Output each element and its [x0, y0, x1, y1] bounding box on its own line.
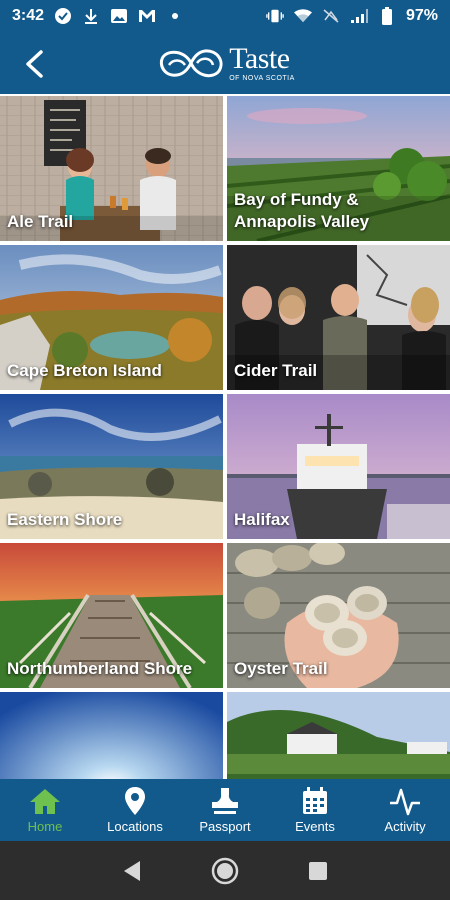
tile-label: Cape Breton Island	[7, 361, 162, 380]
nav-events[interactable]: Events	[270, 779, 360, 841]
status-bar: 3:42 97%	[0, 0, 450, 32]
system-home-button[interactable]	[205, 851, 245, 891]
square-recents-icon	[309, 861, 328, 880]
vpn-check-icon	[54, 7, 72, 25]
tile-label: Cider Trail	[234, 361, 318, 380]
taste-of-nova-scotia-logo: Taste OF NOVA SCOTIA	[155, 43, 295, 83]
back-button[interactable]	[14, 44, 54, 84]
tile-label: Eastern Shore	[7, 510, 123, 529]
gmail-icon	[138, 7, 156, 25]
nav-locations[interactable]: Locations	[90, 779, 180, 841]
region-grid: Ale Trail Bay of Fundy & Annapolis Valle…	[0, 96, 450, 779]
dot-icon	[166, 7, 184, 25]
activity-icon	[388, 786, 422, 816]
tile-label: Northumberland Shore	[7, 659, 193, 678]
tile-cape-breton-island[interactable]: Cape Breton Island	[0, 245, 223, 390]
logo-subtitle: OF NOVA SCOTIA	[229, 75, 295, 82]
status-time: 3:42	[12, 7, 45, 24]
home-icon	[28, 786, 62, 816]
battery-icon	[378, 7, 396, 25]
nav-home[interactable]: Home	[0, 779, 90, 841]
app-header: Taste OF NOVA SCOTIA	[0, 32, 450, 94]
system-back-button[interactable]	[112, 851, 152, 891]
tile-label: Ale Trail	[7, 212, 74, 231]
nav-activity[interactable]: Activity	[360, 779, 450, 841]
battery-percent: 97%	[405, 7, 438, 24]
tile-halifax[interactable]: Halifax	[227, 394, 450, 539]
system-navigation-bar	[0, 841, 450, 900]
map-pin-icon	[124, 786, 146, 816]
nav-label: Passport	[199, 819, 251, 834]
triangle-back-icon	[123, 860, 140, 881]
tile-label: Halifax	[234, 510, 290, 529]
nav-label: Home	[27, 819, 63, 834]
nav-label: Activity	[384, 819, 426, 834]
no-data-icon	[322, 7, 340, 25]
nav-label: Events	[295, 819, 335, 834]
hills-image	[227, 692, 450, 779]
tile-bay-of-fundy[interactable]: Bay of Fundy & Annapolis Valley	[227, 96, 450, 241]
tile-partial-sky[interactable]	[0, 692, 223, 779]
image-icon	[110, 7, 128, 25]
logo-word: Taste	[229, 42, 290, 75]
tile-label: Bay of Fundy & Annapolis Valley	[234, 190, 370, 231]
tile-partial-hills[interactable]	[227, 692, 450, 779]
tile-eastern-shore[interactable]: Eastern Shore	[0, 394, 223, 539]
nav-label: Locations	[107, 819, 163, 834]
system-recents-button[interactable]	[298, 851, 338, 891]
tile-label: Oyster Trail	[234, 659, 328, 678]
circle-home-icon	[211, 857, 239, 884]
tile-ale-trail[interactable]: Ale Trail	[0, 96, 223, 241]
tile-oyster-trail[interactable]: Oyster Trail	[227, 543, 450, 688]
wifi-icon	[293, 7, 312, 25]
bottom-navigation: Home Locations Passport Events Activity	[0, 779, 450, 841]
stamp-icon	[210, 786, 240, 816]
calendar-icon	[301, 786, 329, 816]
logo-mark-icon	[160, 49, 223, 78]
tile-cider-trail[interactable]: Cider Trail	[227, 245, 450, 390]
sky-image	[0, 692, 223, 779]
chevron-left-icon	[26, 50, 43, 78]
tile-northumberland-shore[interactable]: Northumberland Shore	[0, 543, 223, 688]
signal-icon	[350, 7, 368, 25]
download-icon	[82, 7, 100, 25]
nav-passport[interactable]: Passport	[180, 779, 270, 841]
vibrate-icon	[266, 7, 284, 25]
